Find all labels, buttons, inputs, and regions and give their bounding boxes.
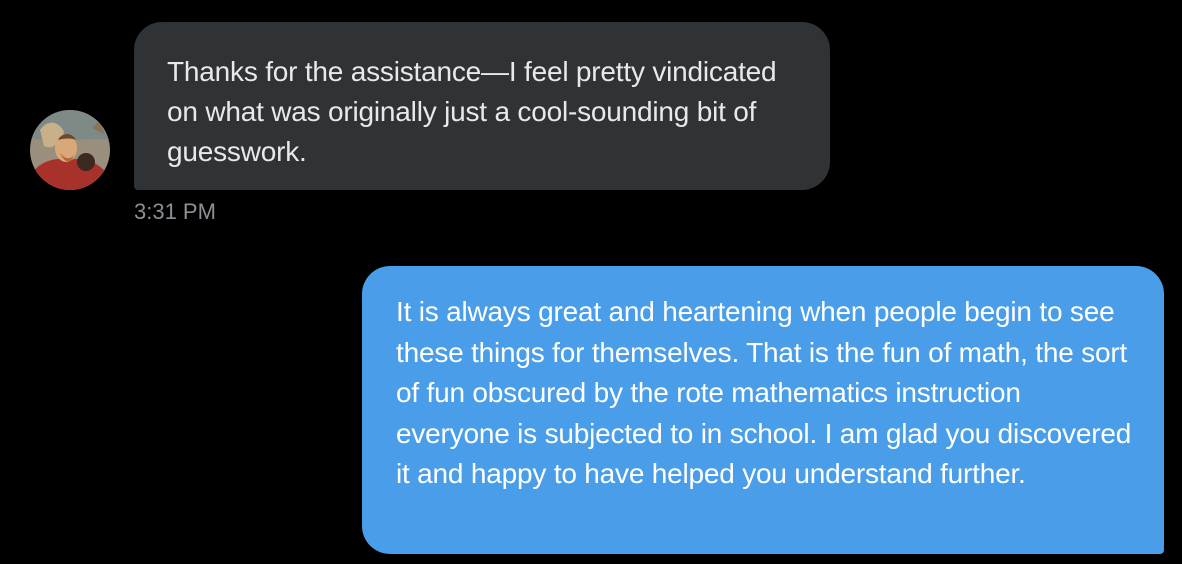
incoming-message-bubble[interactable]: Thanks for the assistance—I feel pretty … xyxy=(134,22,830,190)
sender-avatar-icon[interactable] xyxy=(30,110,110,190)
incoming-message-text: Thanks for the assistance—I feel pretty … xyxy=(167,56,777,167)
outgoing-message-text: It is always great and heartening when p… xyxy=(396,296,1132,489)
dm-conversation: Thanks for the assistance—I feel pretty … xyxy=(0,0,1182,564)
message-timestamp: 3:31 PM xyxy=(134,199,216,224)
outgoing-message-bubble[interactable]: It is always great and heartening when p… xyxy=(362,266,1164,554)
